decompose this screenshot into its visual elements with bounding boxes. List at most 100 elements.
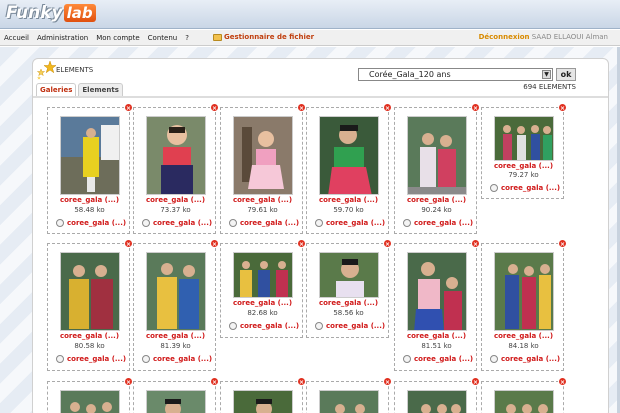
thumbnail-image[interactable] — [145, 252, 206, 331]
gallery-item[interactable]: × — [306, 377, 392, 413]
delete-icon[interactable]: × — [124, 377, 133, 386]
menu-item-contenu[interactable]: Contenu — [148, 34, 178, 42]
gallery-item[interactable]: × — [220, 377, 306, 413]
radio-button[interactable] — [229, 322, 237, 330]
delete-icon[interactable]: × — [297, 239, 306, 248]
gallery-item[interactable]: × coree_gala (...) 79.27 ko coree_gala (… — [481, 103, 567, 199]
thumbnail-image[interactable] — [145, 390, 206, 413]
radio-button[interactable] — [403, 355, 411, 363]
gallery-item[interactable]: × coree_gala (...) 59.70 ko coree_gala (… — [306, 103, 392, 234]
gallery-item[interactable]: × — [133, 377, 219, 413]
gallery-item[interactable]: × coree_gala (...) 58.48 ko coree_gala (… — [47, 103, 133, 234]
item-caption[interactable]: coree_gala (...) — [395, 196, 478, 204]
ok-button[interactable]: ok — [556, 68, 576, 81]
logout-link[interactable]: Déconnexion — [479, 33, 530, 41]
item-caption[interactable]: coree_gala (...) — [307, 299, 390, 307]
thumbnail-image[interactable] — [232, 252, 293, 298]
delete-icon[interactable]: × — [558, 377, 567, 386]
tab-elements[interactable]: Elements — [78, 83, 123, 96]
radio-button[interactable] — [403, 219, 411, 227]
thumbnail-image[interactable] — [145, 116, 206, 195]
thumbnail-image[interactable] — [318, 116, 379, 195]
item-caption[interactable]: coree_gala (...) — [482, 332, 565, 340]
thumbnail-image[interactable] — [493, 252, 554, 331]
thumbnail-image[interactable] — [318, 390, 379, 413]
item-select[interactable]: coree_gala (...) — [142, 219, 212, 227]
gallery-item[interactable]: × coree_gala (...) 79.61 ko coree_gala (… — [220, 103, 306, 234]
thumbnail-image[interactable] — [493, 390, 554, 413]
item-caption[interactable]: coree_gala (...) — [307, 196, 390, 204]
delete-icon[interactable]: × — [383, 239, 392, 248]
radio-button[interactable] — [142, 355, 150, 363]
thumbnail-image[interactable] — [406, 116, 467, 195]
thumbnail-image[interactable] — [232, 116, 293, 195]
item-select[interactable]: coree_gala (...) — [315, 219, 385, 227]
gallery-item[interactable]: × — [481, 377, 567, 413]
item-select[interactable]: coree_gala (...) — [490, 355, 560, 363]
thumbnail-image[interactable] — [406, 252, 467, 331]
radio-button[interactable] — [56, 219, 64, 227]
funkylab-logo[interactable]: Funky lab — [6, 2, 96, 24]
menu-item-mon-compte[interactable]: Mon compte — [96, 34, 139, 42]
item-select[interactable]: coree_gala (...) — [56, 219, 126, 227]
radio-button[interactable] — [315, 322, 323, 330]
item-caption[interactable]: coree_gala (...) — [221, 299, 304, 307]
thumbnail-image[interactable] — [318, 252, 379, 298]
delete-icon[interactable]: × — [471, 103, 480, 112]
radio-button[interactable] — [315, 219, 323, 227]
thumbnail-image[interactable] — [232, 390, 293, 413]
gallery-item[interactable]: × coree_gala (...) 84.18 ko coree_gala (… — [481, 239, 567, 371]
delete-icon[interactable]: × — [471, 377, 480, 386]
thumbnail-image[interactable] — [493, 116, 554, 161]
menu-item-administration[interactable]: Administration — [37, 34, 88, 42]
thumbnail-image[interactable] — [59, 116, 120, 195]
item-caption[interactable]: coree_gala (...) — [134, 332, 217, 340]
menu-item-accueil[interactable]: Accueil — [4, 34, 29, 42]
item-caption[interactable]: coree_gala (...) — [48, 196, 131, 204]
delete-icon[interactable]: × — [558, 103, 567, 112]
delete-icon[interactable]: × — [297, 377, 306, 386]
item-select[interactable]: coree_gala (...) — [403, 355, 473, 363]
delete-icon[interactable]: × — [558, 239, 567, 248]
gallery-item[interactable]: × coree_gala (...) 80.58 ko coree_gala (… — [47, 239, 133, 371]
delete-icon[interactable]: × — [210, 377, 219, 386]
gallery-item[interactable]: × — [394, 377, 480, 413]
item-select[interactable]: coree_gala (...) — [315, 322, 385, 330]
delete-icon[interactable]: × — [210, 239, 219, 248]
item-select[interactable]: coree_gala (...) — [229, 322, 299, 330]
file-manager-link[interactable]: Gestionnaire de fichier — [213, 33, 314, 41]
delete-icon[interactable]: × — [210, 103, 219, 112]
item-caption[interactable]: coree_gala (...) — [221, 196, 304, 204]
delete-icon[interactable]: × — [124, 103, 133, 112]
item-select[interactable]: coree_gala (...) — [229, 219, 299, 227]
menu-item-help[interactable]: ? — [185, 34, 189, 42]
item-select[interactable]: coree_gala (...) — [490, 184, 560, 192]
delete-icon[interactable]: × — [297, 103, 306, 112]
gallery-item[interactable]: × coree_gala (...) 81.39 ko coree_gala (… — [133, 239, 219, 371]
radio-button[interactable] — [229, 219, 237, 227]
thumbnail-image[interactable] — [59, 252, 120, 331]
gallery-item[interactable]: × coree_gala (...) 73.37 ko coree_gala (… — [133, 103, 219, 234]
item-select[interactable]: coree_gala (...) — [403, 219, 473, 227]
thumbnail-image[interactable] — [406, 390, 467, 413]
tab-galeries[interactable]: Galeries — [36, 83, 77, 96]
gallery-item[interactable]: × coree_gala (...) 90.24 ko coree_gala (… — [394, 103, 480, 234]
radio-button[interactable] — [142, 219, 150, 227]
radio-button[interactable] — [490, 355, 498, 363]
chevron-down-icon[interactable]: ▼ — [542, 70, 551, 79]
gallery-item[interactable]: × coree_gala (...) 82.68 ko coree_gala (… — [220, 239, 306, 338]
delete-icon[interactable]: × — [124, 239, 133, 248]
delete-icon[interactable]: × — [471, 239, 480, 248]
item-select[interactable]: coree_gala (...) — [56, 355, 126, 363]
item-caption[interactable]: coree_gala (...) — [48, 332, 131, 340]
item-caption[interactable]: coree_gala (...) — [482, 162, 565, 170]
thumbnail-image[interactable] — [59, 390, 120, 413]
gallery-select[interactable]: Corée_Gala_120 ans ▼ — [358, 68, 553, 81]
item-select[interactable]: coree_gala (...) — [142, 355, 212, 363]
item-caption[interactable]: coree_gala (...) — [395, 332, 478, 340]
item-caption[interactable]: coree_gala (...) — [134, 196, 217, 204]
radio-button[interactable] — [56, 355, 64, 363]
delete-icon[interactable]: × — [383, 377, 392, 386]
delete-icon[interactable]: × — [383, 103, 392, 112]
gallery-item[interactable]: × coree_gala (...) 58.56 ko coree_gala (… — [306, 239, 392, 338]
